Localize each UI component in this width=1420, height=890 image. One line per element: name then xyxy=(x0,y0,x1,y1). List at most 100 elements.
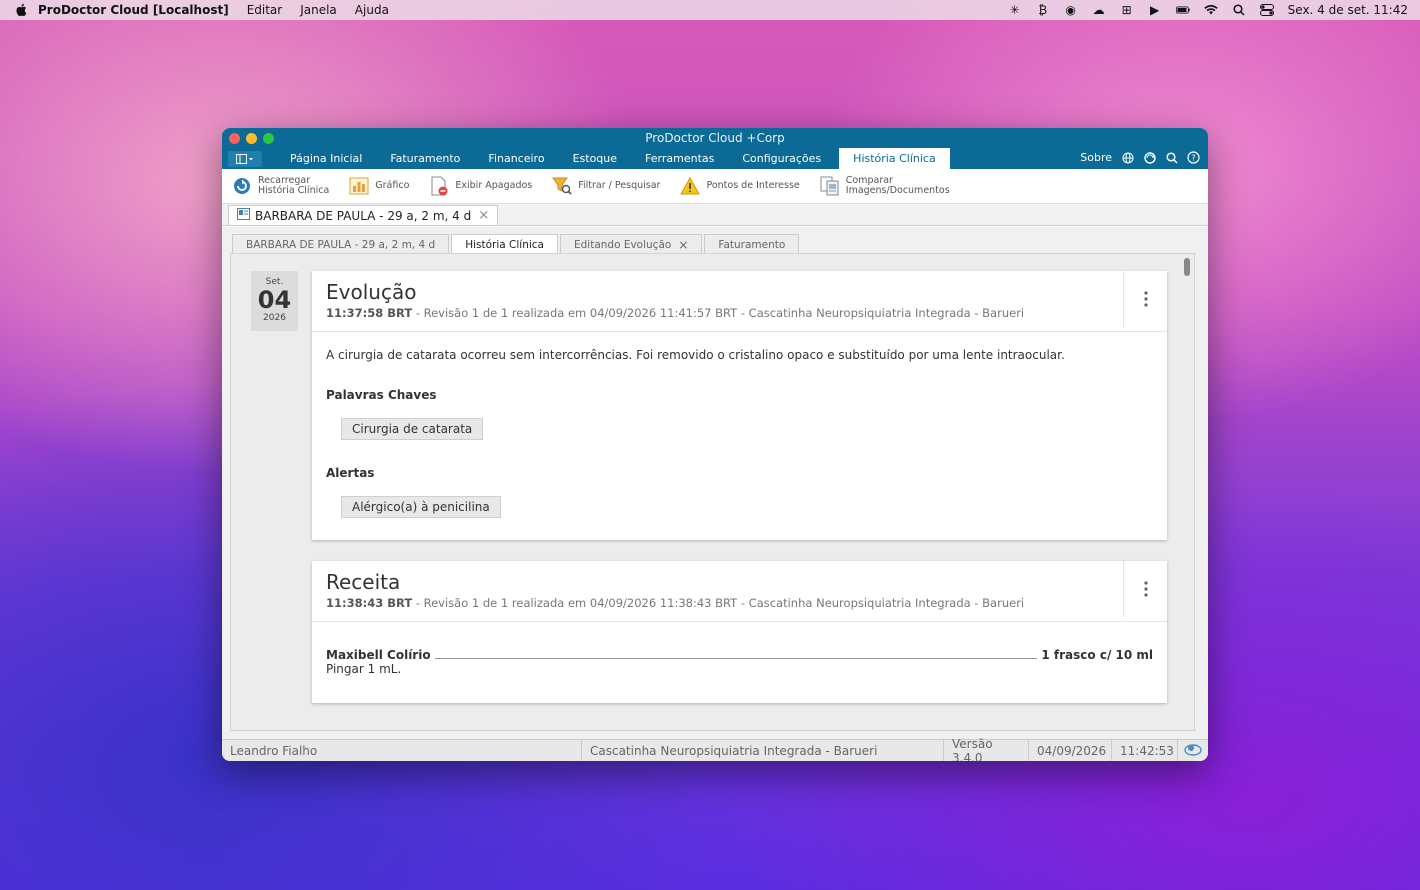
window-titlebar[interactable]: ProDoctor Cloud +Corp xyxy=(222,128,1208,148)
vertical-scrollbar[interactable] xyxy=(1184,258,1190,276)
patient-tab-label: BARBARA DE PAULA - 29 a, 2 m, 4 d xyxy=(255,208,472,223)
date-day: 04 xyxy=(257,286,292,314)
date-year: 2026 xyxy=(263,313,286,323)
menu-ajuda[interactable]: Ajuda xyxy=(355,3,389,17)
document-tab-bar: BARBARA DE PAULA - 29 a, 2 m, 4 d × xyxy=(222,204,1208,226)
tab-history[interactable]: História Clínica xyxy=(451,234,558,254)
status-date: 04/09/2026 xyxy=(1029,740,1112,761)
evolution-revision: - Revisão 1 de 1 realizada em 04/09/2026… xyxy=(412,306,1025,320)
keyword-chip[interactable]: Cirurgia de catarata xyxy=(341,418,484,440)
zoom-window-button[interactable] xyxy=(263,133,274,144)
reload-icon xyxy=(232,176,252,196)
status-user: Leandro Fialho xyxy=(222,740,582,761)
alert-chip[interactable]: Alérgico(a) à penicilina xyxy=(341,496,501,518)
medication-name: Maxibell Colírio xyxy=(326,648,431,662)
search-icon[interactable] xyxy=(1232,4,1246,16)
prescription-meta: 11:38:43 BRT - Revisão 1 de 1 realizada … xyxy=(326,596,1153,610)
medication-leader-line xyxy=(434,657,1038,659)
bar-chart-icon xyxy=(349,176,369,196)
patient-document-tab[interactable]: BARBARA DE PAULA - 29 a, 2 m, 4 d × xyxy=(228,205,499,225)
menu-app-name[interactable]: ProDoctor Cloud [Localhost] xyxy=(38,3,229,17)
evolution-card[interactable]: Evolução 11:37:58 BRT - Revisão 1 de 1 r… xyxy=(312,271,1167,540)
globe-icon[interactable] xyxy=(1121,151,1134,164)
close-icon[interactable]: × xyxy=(678,238,688,252)
editing-tab-label: Editando Evolução xyxy=(573,238,672,251)
show-deleted-button[interactable]: Exibir Apagados xyxy=(429,176,532,196)
medication-row: Maxibell Colírio 1 frasco c/ 10 ml xyxy=(326,648,1153,662)
play-icon[interactable]: ▶ xyxy=(1148,3,1162,17)
status-bar: Leandro Fialho Cascatinha Neuropsiquiatr… xyxy=(222,737,1208,761)
reload-history-button[interactable]: Recarregar História Clínica xyxy=(232,176,329,196)
medication-quantity: 1 frasco c/ 10 ml xyxy=(1041,648,1153,662)
status-version: Versão 3.4.0 xyxy=(944,737,1029,761)
sobre-link[interactable]: Sobre xyxy=(1080,151,1112,164)
keywords-heading: Palavras Chaves xyxy=(326,388,437,402)
tab-faturamento[interactable]: Faturamento xyxy=(376,148,474,169)
points-of-interest-button[interactable]: Pontos de Interesse xyxy=(680,176,800,196)
minimize-window-button[interactable] xyxy=(246,133,257,144)
evolution-time: 11:37:58 BRT xyxy=(326,306,413,320)
prescription-card[interactable]: Receita 11:38:43 BRT - Revisão 1 de 1 re… xyxy=(312,561,1167,703)
asterisk-icon[interactable]: ✳ xyxy=(1008,3,1022,17)
deleted-document-icon xyxy=(429,176,449,196)
traffic-lights xyxy=(229,133,274,144)
evolution-text: A cirurgia de catarata ocorreu sem inter… xyxy=(326,348,1065,362)
window-add-icon[interactable]: ⊞ xyxy=(1120,3,1134,17)
tab-configuracoes[interactable]: Configurações xyxy=(728,148,835,169)
tab-billing[interactable]: Faturamento xyxy=(704,234,800,254)
window-title: ProDoctor Cloud +Corp xyxy=(645,131,785,145)
menu-janela[interactable]: Janela xyxy=(300,3,337,17)
cloud-icon[interactable]: ☁ xyxy=(1092,3,1106,17)
podcast-icon[interactable]: ◉ xyxy=(1064,3,1078,17)
apple-icon[interactable] xyxy=(14,3,28,17)
tab-financeiro[interactable]: Financeiro xyxy=(474,148,558,169)
more-options-icon[interactable] xyxy=(1123,271,1167,327)
compare-images-button[interactable]: Comparar Imagens/Documentos xyxy=(820,176,950,196)
wifi-icon[interactable] xyxy=(1203,4,1218,16)
date-marker: Set. 04 2026 xyxy=(251,271,298,331)
filter-icon xyxy=(552,176,572,196)
sub-tab-bar: BARBARA DE PAULA - 29 a, 2 m, 4 d Histór… xyxy=(232,234,800,254)
compare-documents-icon xyxy=(820,176,840,196)
tab-editing-evolution[interactable]: Editando Evolução × xyxy=(559,234,703,254)
evolution-meta: 11:37:58 BRT - Revisão 1 de 1 realizada … xyxy=(326,306,1153,320)
patient-card-icon xyxy=(237,208,250,223)
ribbon-tab-bar: Página Inicial Faturamento Financeiro Es… xyxy=(222,148,1208,169)
status-time: 11:42:53 xyxy=(1112,740,1178,761)
tab-patient-summary[interactable]: BARBARA DE PAULA - 29 a, 2 m, 4 d xyxy=(232,234,450,254)
reload-label-2: História Clínica xyxy=(258,185,330,196)
evolution-title: Evolução xyxy=(326,280,417,304)
connection-icon[interactable] xyxy=(1178,742,1208,759)
more-options-icon[interactable] xyxy=(1123,561,1167,617)
filter-search-button[interactable]: Filtrar / Pesquisar xyxy=(552,176,660,196)
history-timeline[interactable]: Set. 04 2026 Evolução 11:37:58 BRT - Rev… xyxy=(230,253,1195,731)
close-icon[interactable]: × xyxy=(478,208,489,223)
search-icon[interactable] xyxy=(1165,151,1178,164)
content-area: BARBARA DE PAULA - 29 a, 2 m, 4 d Histór… xyxy=(222,227,1208,739)
menu-editar[interactable]: Editar xyxy=(247,3,283,17)
tab-estoque[interactable]: Estoque xyxy=(559,148,631,169)
macos-menubar: ProDoctor Cloud [Localhost] Editar Janel… xyxy=(0,0,1420,20)
filter-label: Filtrar / Pesquisar xyxy=(578,180,661,191)
tab-ferramentas[interactable]: Ferramentas xyxy=(631,148,728,169)
close-window-button[interactable] xyxy=(229,133,240,144)
chart-button[interactable]: Gráfico xyxy=(349,176,409,196)
app-window: ProDoctor Cloud +Corp Página Inicial Fat… xyxy=(222,128,1208,761)
tab-pagina-inicial[interactable]: Página Inicial xyxy=(276,148,376,169)
alerts-heading: Alertas xyxy=(326,466,375,480)
help-icon[interactable]: ? xyxy=(1187,151,1200,164)
prescription-time: 11:38:43 BRT xyxy=(326,596,413,610)
battery-icon[interactable] xyxy=(1175,4,1190,16)
app-menu-button[interactable] xyxy=(228,151,262,167)
control-center-icon[interactable] xyxy=(1259,4,1274,16)
chart-label: Gráfico xyxy=(375,180,410,191)
status-clinic: Cascatinha Neuropsiquiatria Integrada - … xyxy=(582,740,944,761)
tab-historia-clinica[interactable]: História Clínica xyxy=(839,148,950,169)
menubar-clock[interactable]: Sex. 4 de set. 11:42 xyxy=(1288,3,1408,17)
prescription-card-body: Maxibell Colírio 1 frasco c/ 10 ml Pinga… xyxy=(312,622,1167,692)
ribbon-right-tools: Sobre ? xyxy=(1080,151,1200,164)
ribbon-toolbar: Recarregar História Clínica Gráfico Exibi… xyxy=(222,169,1208,204)
prescription-card-header: Receita 11:38:43 BRT - Revisão 1 de 1 re… xyxy=(312,561,1167,622)
refresh-icon[interactable] xyxy=(1143,151,1156,164)
script-icon[interactable]: ₿ xyxy=(1036,3,1050,17)
